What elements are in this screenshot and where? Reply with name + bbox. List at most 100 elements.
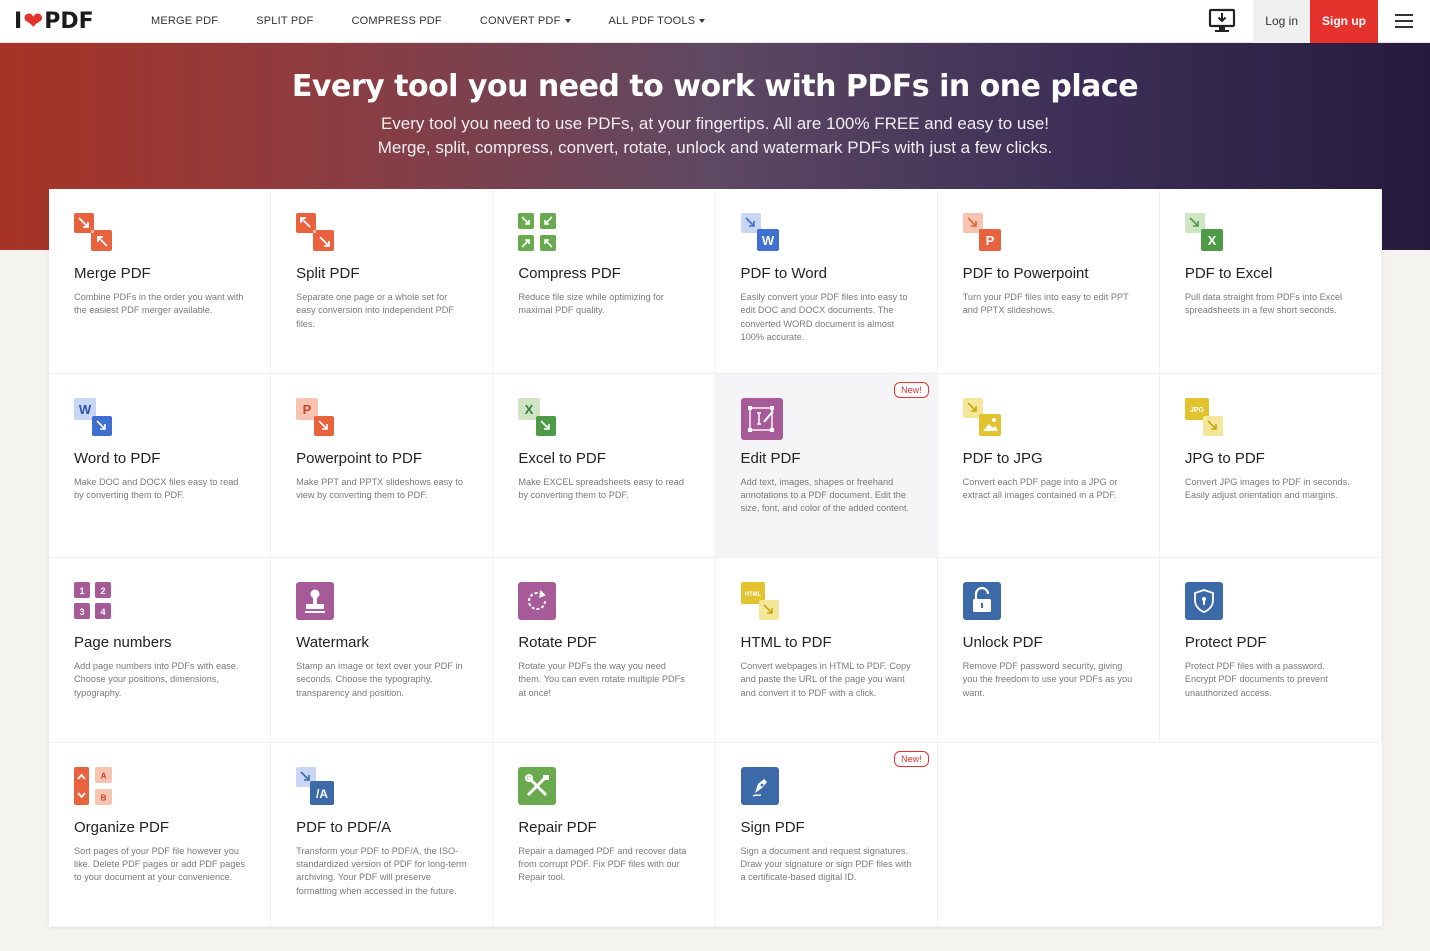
tool-description: Protect PDF files with a password. Encry…: [1184, 661, 1328, 698]
svg-text:1: 1: [79, 586, 84, 596]
new-badge: New!: [894, 381, 929, 398]
tool-description: Stamp an image or text over your PDF in …: [296, 661, 463, 698]
tool-title: JPG to PDF: [1184, 449, 1265, 467]
logo-letter: I: [14, 8, 23, 34]
compress-icon: [518, 213, 557, 251]
page-numbers-icon: 1 2 3 4: [74, 582, 112, 620]
nav-compress-pdf[interactable]: COMPRESS PDF: [351, 15, 441, 27]
svg-text:A: A: [101, 771, 107, 780]
ilovepdf-logo[interactable]: I ❤ PDF: [14, 9, 134, 34]
tool-description: Turn your PDF files into easy to edit PP…: [962, 292, 1129, 316]
tool-description: Add text, images, shapes or freehand ann…: [740, 476, 910, 514]
tool-description: Remove PDF password security, giving you…: [962, 661, 1133, 698]
pdf-to-jpg-icon: [962, 397, 1001, 436]
tool-card-unlock-pdf[interactable]: Unlock PDF Remove PDF password security,…: [937, 558, 1160, 743]
tool-card-watermark[interactable]: Watermark Stamp an image or text over yo…: [271, 558, 494, 743]
tool-title: Word to PDF: [74, 449, 161, 467]
nav-merge-pdf[interactable]: MERGE PDF: [151, 15, 218, 27]
unlock-icon: [962, 582, 1001, 620]
tool-card-pdf-to-word[interactable]: W PDF to Word Easily convert your PDF fi…: [715, 189, 938, 374]
pdf-to-excel-icon: X: [1184, 213, 1223, 251]
tool-description: Make DOC and DOCX files easy to read by …: [74, 476, 239, 500]
pdf-to-pdfa-icon: /A: [296, 766, 335, 805]
tool-card-powerpoint-to-pdf[interactable]: P Powerpoint to PDF Make PPT and PPTX sl…: [271, 373, 494, 558]
desktop-download-icon[interactable]: [1207, 6, 1237, 36]
merge-icon: [74, 213, 112, 251]
tool-description: Separate one page or a whole set for eas…: [296, 292, 454, 329]
tool-card-repair-pdf[interactable]: Repair PDF Repair a damaged PDF and reco…: [493, 742, 716, 927]
svg-text:P: P: [303, 402, 312, 417]
tool-description: Combine PDFs in the order you want with …: [74, 292, 244, 316]
svg-text:HTML: HTML: [744, 592, 761, 598]
tool-title: Powerpoint to PDF: [296, 449, 423, 467]
split-icon: [296, 213, 335, 251]
tool-title: PDF to Word: [740, 265, 827, 282]
tool-card-edit-pdf[interactable]: New! Edit PDF Add text, images, shapes o…: [715, 373, 938, 558]
tool-description: Rotate your PDFs the way you need them. …: [518, 661, 685, 698]
repair-icon: [518, 766, 557, 805]
svg-text:W: W: [761, 233, 774, 248]
tool-card-pdf-to-excel[interactable]: X PDF to Excel Pull data straight from P…: [1159, 189, 1382, 374]
tool-title: Watermark: [296, 634, 369, 651]
tool-title: Split PDF: [296, 265, 360, 282]
tool-description: Reduce file size while optimizing for ma…: [518, 292, 664, 316]
tool-card-html-to-pdf[interactable]: HTML HTML to PDF Convert webpages in HTM…: [715, 558, 938, 743]
tool-title: Compress PDF: [518, 265, 621, 282]
tool-card-organize-pdf[interactable]: A B Organize PDF Sort pages of your PDF …: [49, 742, 272, 927]
top-navbar: I ❤ PDF MERGE PDF SPLIT PDF COMPRESS PDF C…: [0, 0, 1430, 43]
nav-split-pdf[interactable]: SPLIT PDF: [256, 15, 313, 27]
logo-text: PDF: [44, 8, 94, 34]
html-to-pdf-icon: HTML: [740, 582, 779, 620]
tool-card-rotate-pdf[interactable]: Rotate PDF Rotate your PDFs the way you …: [493, 558, 716, 743]
tool-card-page-numbers[interactable]: 1 2 3 4 Page numbers Add page numbers in…: [49, 558, 272, 743]
pdf-to-powerpoint-icon: P: [962, 213, 1001, 251]
tool-title: HTML to PDF: [740, 634, 832, 651]
heart-icon: ❤: [23, 7, 44, 35]
main-menu: MERGE PDF SPLIT PDF COMPRESS PDF CONVERT…: [151, 15, 743, 27]
powerpoint-to-pdf-icon: P: [296, 397, 335, 436]
login-button[interactable]: Log in: [1253, 0, 1310, 43]
svg-text:X: X: [525, 402, 534, 417]
svg-text:/A: /A: [316, 787, 328, 801]
tool-description: Convert webpages in HTML to PDF. Copy an…: [740, 661, 911, 698]
tool-card-compress-pdf[interactable]: Compress PDF Reduce file size while opti…: [493, 189, 716, 374]
tool-description: Convert each PDF page into a JPG or extr…: [962, 476, 1118, 500]
tool-description: Transform your PDF to PDF/A, the ISO-sta…: [296, 845, 467, 896]
tool-card-pdf-to-jpg[interactable]: PDF to JPG Convert each PDF page into a …: [937, 373, 1160, 558]
tool-description: Repair a damaged PDF and recover data fr…: [518, 845, 687, 883]
tool-card-pdf-to-powerpoint[interactable]: P PDF to Powerpoint Turn your PDF files …: [937, 189, 1160, 374]
tool-card-merge-pdf[interactable]: Merge PDF Combine PDFs in the order you …: [49, 189, 272, 374]
watermark-icon: [296, 582, 335, 620]
tool-title: Repair PDF: [518, 818, 597, 836]
tool-card-sign-pdf[interactable]: New! Sign PDF Sign a document and reques…: [715, 742, 938, 927]
protect-icon: [1184, 582, 1223, 620]
svg-text:2: 2: [100, 586, 105, 596]
sign-icon: [740, 766, 779, 805]
tool-card-excel-to-pdf[interactable]: X Excel to PDF Make EXCEL spreadsheets e…: [493, 373, 716, 558]
svg-text:4: 4: [100, 607, 105, 617]
rotate-icon: [518, 582, 557, 620]
tool-description: Add page numbers into PDFs with ease. Ch…: [74, 661, 239, 698]
nav-convert-pdf[interactable]: CONVERT PDF: [480, 15, 571, 27]
hamburger-menu-icon[interactable]: [1378, 0, 1430, 43]
edit-pdf-icon: [740, 397, 783, 440]
tool-card-word-to-pdf[interactable]: W Word to PDF Make DOC and DOCX files ea…: [49, 373, 272, 558]
word-to-pdf-icon: W: [74, 397, 112, 436]
tool-title: Unlock PDF: [962, 634, 1043, 651]
tool-card-protect-pdf[interactable]: Protect PDF Protect PDF files with a pas…: [1159, 558, 1382, 743]
nav-all-pdf-tools[interactable]: ALL PDF TOOLS: [609, 15, 706, 27]
signup-button[interactable]: Sign up: [1310, 0, 1378, 43]
tool-title: Organize PDF: [74, 818, 170, 836]
svg-text:W: W: [79, 402, 92, 417]
tool-card-split-pdf[interactable]: Split PDF Separate one page or a whole s…: [271, 189, 494, 374]
excel-to-pdf-icon: X: [518, 397, 557, 436]
nav-actions: Log in Sign up: [1207, 0, 1430, 43]
svg-text:JPG: JPG: [1190, 407, 1205, 414]
tool-card-jpg-to-pdf[interactable]: JPG JPG to PDF Convert JPG images to PDF…: [1159, 373, 1382, 558]
empty-cell: [1159, 743, 1382, 927]
tools-grid: Merge PDF Combine PDFs in the order you …: [49, 189, 1382, 927]
tool-title: PDF to Powerpoint: [962, 265, 1089, 282]
tool-title: PDF to Excel: [1184, 265, 1273, 282]
tool-title: Merge PDF: [74, 265, 151, 282]
tool-card-pdf-to-pdfa[interactable]: /A PDF to PDF/A Transform your PDF to PD…: [271, 742, 494, 927]
